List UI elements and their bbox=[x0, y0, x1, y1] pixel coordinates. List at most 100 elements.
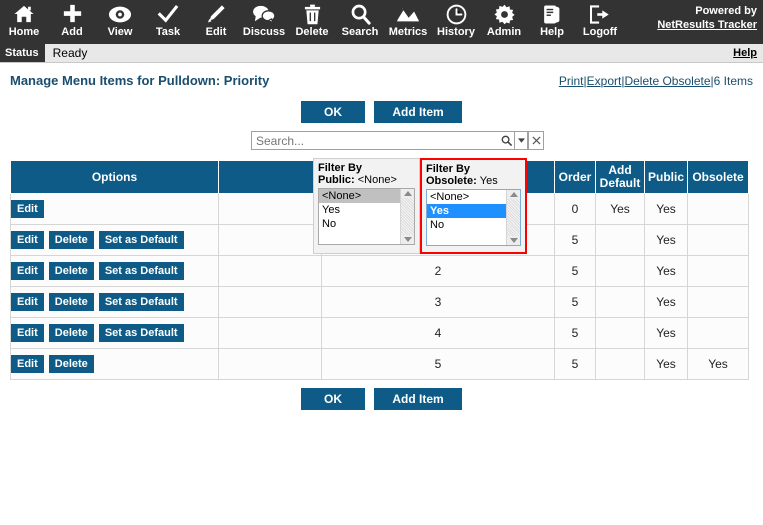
row-set-as-default-button[interactable]: Set as Default bbox=[98, 293, 184, 311]
toolbar-item-admin[interactable]: Admin bbox=[480, 0, 528, 44]
home-icon bbox=[13, 3, 35, 25]
row-options-cell: Edit Delete Set as Default bbox=[10, 224, 219, 256]
row-delete-button[interactable]: Delete bbox=[48, 231, 94, 249]
main-toolbar: Home Add View Task Edit Discuss Delete S… bbox=[0, 0, 763, 44]
search-submit-icon[interactable] bbox=[499, 131, 515, 150]
listbox-option[interactable]: Yes bbox=[319, 203, 400, 217]
export-link[interactable]: Export bbox=[587, 74, 622, 88]
add-item-button-top[interactable]: Add Item bbox=[374, 101, 462, 123]
row-edit-button[interactable]: Edit bbox=[11, 293, 44, 311]
filter-public-label: Filter By Public: <None> bbox=[318, 162, 415, 186]
row-delete-button[interactable]: Delete bbox=[48, 355, 94, 373]
ok-button-bottom[interactable]: OK bbox=[301, 388, 365, 410]
filter-obsolete-label: Filter By Obsolete: Yes bbox=[426, 163, 521, 187]
row-delete-button[interactable]: Delete bbox=[48, 293, 94, 311]
row-option-buttons: Edit bbox=[11, 200, 218, 218]
delete-obsolete-link[interactable]: Delete Obsolete bbox=[624, 74, 710, 88]
netresults-tracker-link[interactable]: NetResults Tracker bbox=[657, 18, 757, 32]
toolbar-item-add[interactable]: Add bbox=[48, 0, 96, 44]
filter-public-scrollbar[interactable] bbox=[400, 189, 414, 244]
row-option-buttons: Edit Delete Set as Default bbox=[11, 293, 218, 311]
toolbar-item-view[interactable]: View bbox=[96, 0, 144, 44]
chevron-down-icon[interactable] bbox=[515, 131, 528, 150]
column-header-options[interactable]: Options bbox=[10, 160, 219, 194]
scroll-down-icon[interactable] bbox=[403, 237, 412, 242]
close-icon[interactable] bbox=[528, 131, 544, 150]
row-edit-button[interactable]: Edit bbox=[11, 231, 44, 249]
logout-icon bbox=[589, 3, 611, 25]
toolbar-item-task[interactable]: Task bbox=[144, 0, 192, 44]
toolbar-item-help[interactable]: Help bbox=[528, 0, 576, 44]
magnifier-icon bbox=[350, 3, 371, 25]
print-link[interactable]: Print bbox=[559, 74, 584, 88]
row-public-cell: Yes bbox=[644, 286, 688, 318]
toolbar-label: Logoff bbox=[582, 26, 618, 38]
scroll-track[interactable] bbox=[401, 198, 414, 235]
listbox-option[interactable]: No bbox=[427, 218, 506, 232]
toolbar-label: Task bbox=[155, 26, 181, 38]
scroll-down-icon[interactable] bbox=[509, 238, 518, 243]
column-header-order[interactable]: Order bbox=[554, 160, 596, 194]
filter-public-listbox[interactable]: <None> Yes No bbox=[318, 188, 415, 245]
toolbar-label: Help bbox=[540, 26, 564, 38]
scroll-up-icon[interactable] bbox=[403, 191, 412, 196]
row-delete-button[interactable]: Delete bbox=[48, 324, 94, 342]
plus-icon bbox=[62, 3, 83, 25]
listbox-option[interactable]: No bbox=[319, 217, 400, 231]
row-add-default-cell bbox=[595, 286, 645, 318]
add-item-button-bottom[interactable]: Add Item bbox=[374, 388, 462, 410]
add-default-line2: Default bbox=[599, 176, 641, 190]
toolbar-item-logoff[interactable]: Logoff bbox=[576, 0, 624, 44]
item-count: 6 Items bbox=[713, 74, 753, 88]
row-obsolete-cell bbox=[687, 317, 749, 349]
row-blank-cell bbox=[218, 224, 322, 256]
ok-button-top[interactable]: OK bbox=[301, 101, 365, 123]
row-set-as-default-button[interactable]: Set as Default bbox=[98, 324, 184, 342]
row-set-as-default-button[interactable]: Set as Default bbox=[98, 231, 184, 249]
toolbar-label: View bbox=[107, 26, 133, 38]
row-delete-button[interactable]: Delete bbox=[48, 262, 94, 280]
row-add-default-cell bbox=[595, 255, 645, 287]
row-edit-button[interactable]: Edit bbox=[11, 200, 44, 218]
listbox-option[interactable]: <None> bbox=[427, 190, 506, 204]
row-order-cell: 0 bbox=[554, 193, 596, 225]
toolbar-item-metrics[interactable]: Metrics bbox=[384, 0, 432, 44]
row-set-as-default-button[interactable]: Set as Default bbox=[98, 262, 184, 280]
row-obsolete-cell: Yes bbox=[687, 348, 749, 380]
toolbar-item-search[interactable]: Search bbox=[336, 0, 384, 44]
row-add-default-cell bbox=[595, 348, 645, 380]
listbox-option[interactable]: <None> bbox=[319, 189, 400, 203]
scroll-track[interactable] bbox=[507, 199, 520, 236]
toolbar-item-delete[interactable]: Delete bbox=[288, 0, 336, 44]
header-links: Print|Export|Delete Obsolete|6 Items bbox=[559, 74, 753, 88]
status-help-link[interactable]: Help bbox=[733, 47, 757, 59]
scroll-up-icon[interactable] bbox=[509, 192, 518, 197]
row-public-cell: Yes bbox=[644, 224, 688, 256]
search-input[interactable] bbox=[251, 131, 499, 150]
column-header-public[interactable]: Public bbox=[644, 160, 688, 194]
powered-by-text: Powered by bbox=[695, 5, 757, 17]
row-edit-button[interactable]: Edit bbox=[11, 324, 44, 342]
column-header-add-default[interactable]: Add Default bbox=[595, 160, 645, 194]
row-edit-button[interactable]: Edit bbox=[11, 262, 44, 280]
row-blank-cell bbox=[218, 255, 322, 287]
listbox-option[interactable]: Yes bbox=[427, 204, 506, 218]
row-public-cell: Yes bbox=[644, 193, 688, 225]
table-row: Edit Delete 5 5 Yes Yes bbox=[10, 348, 749, 380]
column-header-obsolete[interactable]: Obsolete bbox=[687, 160, 749, 194]
filter-obsolete-listbox[interactable]: <None> Yes No bbox=[426, 189, 521, 246]
toolbar-item-history[interactable]: History bbox=[432, 0, 480, 44]
filter-by-obsolete-panel: Filter By Obsolete: Yes <None> Yes No bbox=[420, 158, 527, 254]
toolbar-item-home[interactable]: Home bbox=[0, 0, 48, 44]
row-edit-button[interactable]: Edit bbox=[11, 355, 44, 373]
row-option-buttons: Edit Delete bbox=[11, 355, 218, 373]
row-obsolete-cell bbox=[687, 224, 749, 256]
toolbar-item-discuss[interactable]: Discuss bbox=[240, 0, 288, 44]
filter-obsolete-options: <None> Yes No bbox=[427, 190, 506, 245]
row-option-buttons: Edit Delete Set as Default bbox=[11, 324, 218, 342]
toolbar-item-edit[interactable]: Edit bbox=[192, 0, 240, 44]
filter-obsolete-scrollbar[interactable] bbox=[506, 190, 520, 245]
status-text: Ready bbox=[52, 46, 88, 60]
row-order-cell: 5 bbox=[554, 286, 596, 318]
eye-icon bbox=[108, 3, 132, 25]
